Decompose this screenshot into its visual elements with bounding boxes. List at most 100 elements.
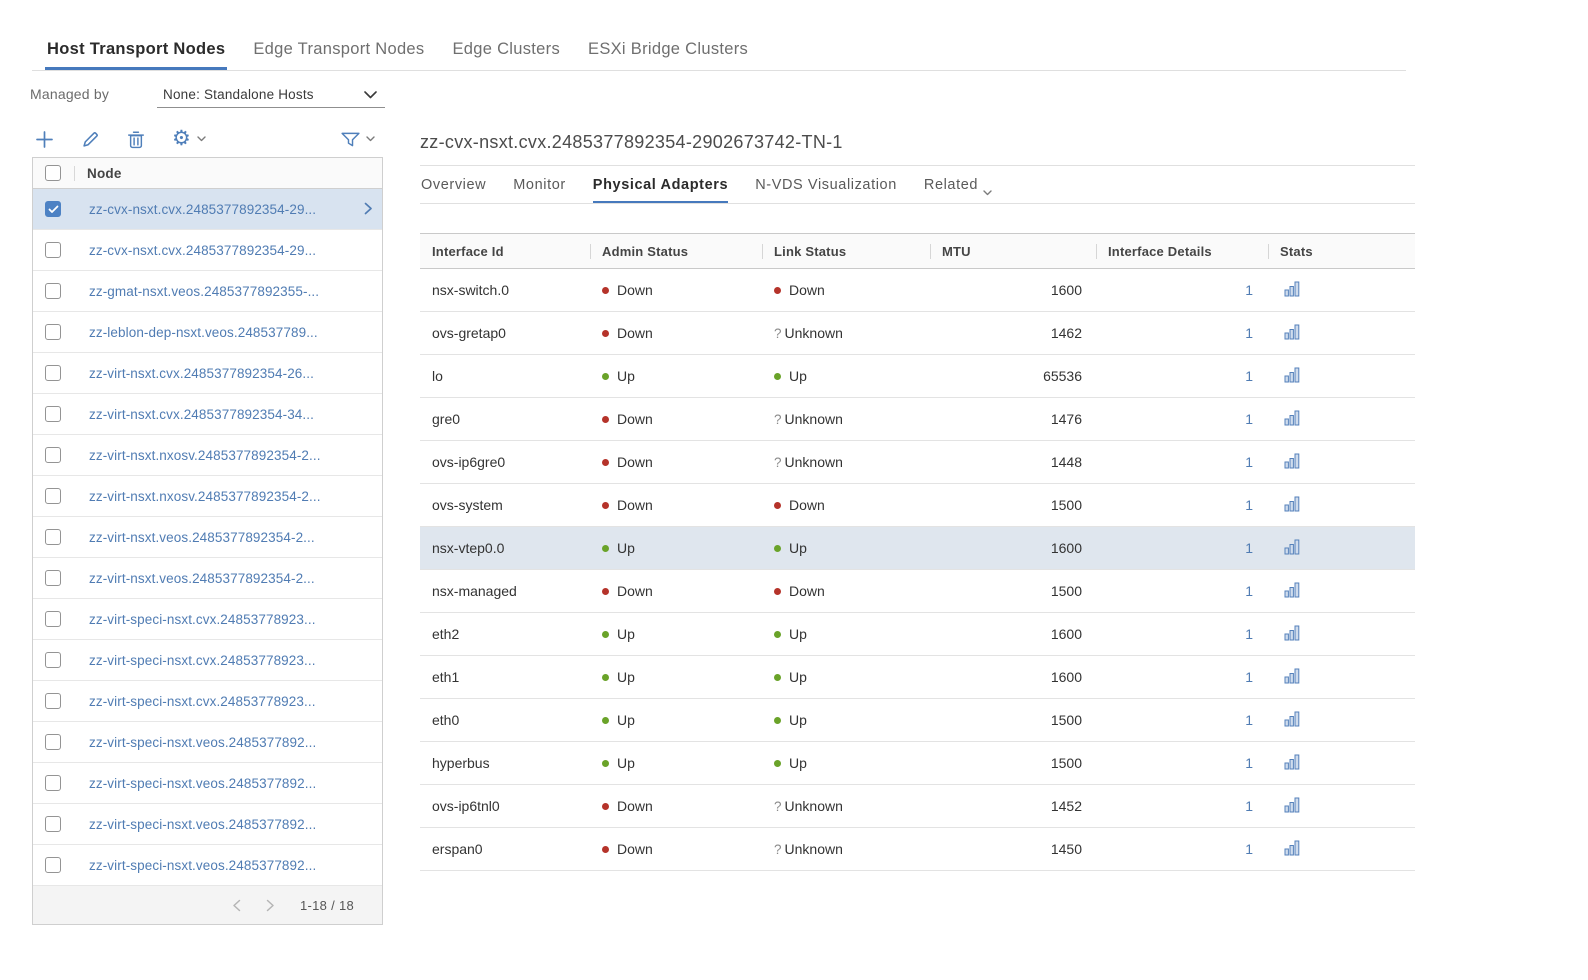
node-list-item[interactable]: zz-virt-speci-nsxt.cvx.24853778923... — [33, 681, 382, 722]
node-list-item[interactable]: zz-virt-nsxt.cvx.2485377892354-26... — [33, 353, 382, 394]
select-all-checkbox[interactable] — [45, 165, 61, 181]
node-list-item[interactable]: zz-virt-speci-nsxt.veos.2485377892... — [33, 804, 382, 845]
node-list-item[interactable]: zz-virt-speci-nsxt.veos.2485377892... — [33, 722, 382, 763]
node-list-item[interactable]: zz-virt-nsxt.nxosv.2485377892354-2... — [33, 435, 382, 476]
table-row[interactable]: ovs-ip6gre0Down?Unknown14481 — [420, 441, 1415, 484]
node-list-item[interactable]: zz-virt-nsxt.veos.2485377892354-2... — [33, 517, 382, 558]
interface-details-link[interactable]: 1 — [1245, 368, 1253, 384]
top-tab-host-transport-nodes[interactable]: Host Transport Nodes — [45, 40, 227, 71]
node-list-item[interactable]: zz-cvx-nsxt.cvx.2485377892354-29... — [33, 189, 382, 230]
table-row[interactable]: ovs-systemDownDown15001 — [420, 484, 1415, 527]
node-checkbox[interactable] — [45, 529, 61, 545]
interface-details-link[interactable]: 1 — [1245, 583, 1253, 599]
column-header-interface-details[interactable]: Interface Details — [1096, 234, 1268, 268]
node-checkbox[interactable] — [45, 283, 61, 299]
bar-chart-icon[interactable] — [1284, 281, 1301, 300]
table-row[interactable]: eth0UpUp15001 — [420, 699, 1415, 742]
table-row[interactable]: ovs-ip6tnl0Down?Unknown14521 — [420, 785, 1415, 828]
node-link[interactable]: zz-gmat-nsxt.veos.2485377892355-... — [89, 284, 319, 299]
node-checkbox[interactable] — [45, 611, 61, 627]
node-link[interactable]: zz-virt-nsxt.nxosv.2485377892354-2... — [89, 489, 321, 504]
node-checkbox[interactable] — [45, 734, 61, 750]
interface-details-link[interactable]: 1 — [1245, 454, 1253, 470]
top-tab-edge-clusters[interactable]: Edge Clusters — [450, 40, 562, 71]
managed-by-select[interactable]: None: Standalone Hosts — [157, 82, 385, 108]
bar-chart-icon[interactable] — [1284, 324, 1301, 343]
bar-chart-icon[interactable] — [1284, 453, 1301, 472]
node-link[interactable]: zz-virt-nsxt.cvx.2485377892354-34... — [89, 407, 314, 422]
table-row[interactable]: eth2UpUp16001 — [420, 613, 1415, 656]
detail-tab-related[interactable]: Related — [924, 177, 992, 204]
node-list-item[interactable]: zz-virt-nsxt.veos.2485377892354-2... — [33, 558, 382, 599]
interface-details-link[interactable]: 1 — [1245, 626, 1253, 642]
bar-chart-icon[interactable] — [1284, 711, 1301, 730]
node-checkbox[interactable] — [45, 652, 61, 668]
node-link[interactable]: zz-virt-nsxt.nxosv.2485377892354-2... — [89, 448, 321, 463]
column-header-admin-status[interactable]: Admin Status — [590, 234, 762, 268]
node-link[interactable]: zz-virt-nsxt.veos.2485377892354-2... — [89, 530, 315, 545]
bar-chart-icon[interactable] — [1284, 496, 1301, 515]
node-list-item[interactable]: zz-virt-speci-nsxt.cvx.24853778923... — [33, 640, 382, 681]
bar-chart-icon[interactable] — [1284, 582, 1301, 601]
bar-chart-icon[interactable] — [1284, 840, 1301, 859]
table-row[interactable]: eth1UpUp16001 — [420, 656, 1415, 699]
node-checkbox[interactable] — [45, 775, 61, 791]
column-header-interface-id[interactable]: Interface Id — [420, 234, 590, 268]
node-checkbox[interactable] — [45, 693, 61, 709]
filter-button[interactable] — [341, 132, 375, 147]
table-row[interactable]: nsx-switch.0DownDown16001 — [420, 269, 1415, 312]
prev-page-button[interactable] — [232, 899, 241, 912]
edit-node-button[interactable] — [81, 130, 100, 149]
interface-details-link[interactable]: 1 — [1245, 712, 1253, 728]
node-link[interactable]: zz-virt-speci-nsxt.cvx.24853778923... — [89, 694, 316, 709]
node-link[interactable]: zz-virt-speci-nsxt.veos.2485377892... — [89, 735, 316, 750]
node-link[interactable]: zz-virt-speci-nsxt.cvx.24853778923... — [89, 612, 316, 627]
table-row[interactable]: erspan0Down?Unknown14501 — [420, 828, 1415, 871]
node-list-item[interactable]: zz-virt-speci-nsxt.cvx.24853778923... — [33, 599, 382, 640]
bar-chart-icon[interactable] — [1284, 410, 1301, 429]
interface-details-link[interactable]: 1 — [1245, 669, 1253, 685]
node-link[interactable]: zz-virt-nsxt.cvx.2485377892354-26... — [89, 366, 314, 381]
table-row[interactable]: hyperbusUpUp15001 — [420, 742, 1415, 785]
detail-tab-monitor[interactable]: Monitor — [513, 177, 566, 204]
table-row[interactable]: gre0Down?Unknown14761 — [420, 398, 1415, 441]
node-link[interactable]: zz-cvx-nsxt.cvx.2485377892354-29... — [89, 202, 316, 217]
top-tab-edge-transport-nodes[interactable]: Edge Transport Nodes — [251, 40, 426, 71]
column-header-mtu[interactable]: MTU — [930, 234, 1096, 268]
detail-tab-n-vds-visualization[interactable]: N-VDS Visualization — [755, 177, 897, 204]
node-list-item[interactable]: zz-cvx-nsxt.cvx.2485377892354-29... — [33, 230, 382, 271]
node-link[interactable]: zz-leblon-dep-nsxt.veos.248537789... — [89, 325, 318, 340]
detail-tab-overview[interactable]: Overview — [421, 177, 486, 204]
add-node-button[interactable] — [35, 130, 54, 149]
node-list-item[interactable]: zz-virt-nsxt.cvx.2485377892354-34... — [33, 394, 382, 435]
table-row[interactable]: ovs-gretap0Down?Unknown14621 — [420, 312, 1415, 355]
node-link[interactable]: zz-virt-nsxt.veos.2485377892354-2... — [89, 571, 315, 586]
bar-chart-icon[interactable] — [1284, 539, 1301, 558]
table-row[interactable]: loUpUp655361 — [420, 355, 1415, 398]
interface-details-link[interactable]: 1 — [1245, 411, 1253, 427]
node-link[interactable]: zz-cvx-nsxt.cvx.2485377892354-29... — [89, 243, 316, 258]
delete-node-button[interactable] — [127, 130, 145, 149]
table-row[interactable]: nsx-managedDownDown15001 — [420, 570, 1415, 613]
node-checkbox[interactable] — [45, 488, 61, 504]
node-checkbox[interactable] — [45, 201, 61, 217]
node-link[interactable]: zz-virt-speci-nsxt.veos.2485377892... — [89, 817, 316, 832]
detail-tab-physical-adapters[interactable]: Physical Adapters — [593, 177, 728, 204]
interface-details-link[interactable]: 1 — [1245, 497, 1253, 513]
node-checkbox[interactable] — [45, 570, 61, 586]
interface-details-link[interactable]: 1 — [1245, 841, 1253, 857]
node-checkbox[interactable] — [45, 324, 61, 340]
node-list-item[interactable]: zz-gmat-nsxt.veos.2485377892355-... — [33, 271, 382, 312]
node-checkbox[interactable] — [45, 242, 61, 258]
node-link[interactable]: zz-virt-speci-nsxt.veos.2485377892... — [89, 776, 316, 791]
top-tab-esxi-bridge-clusters[interactable]: ESXi Bridge Clusters — [586, 40, 750, 71]
interface-details-link[interactable]: 1 — [1245, 798, 1253, 814]
interface-details-link[interactable]: 1 — [1245, 755, 1253, 771]
interface-details-link[interactable]: 1 — [1245, 540, 1253, 556]
node-link[interactable]: zz-virt-speci-nsxt.veos.2485377892... — [89, 858, 316, 873]
next-page-button[interactable] — [266, 899, 275, 912]
node-checkbox[interactable] — [45, 406, 61, 422]
column-header-link-status[interactable]: Link Status — [762, 234, 930, 268]
node-checkbox[interactable] — [45, 447, 61, 463]
bar-chart-icon[interactable] — [1284, 367, 1301, 386]
